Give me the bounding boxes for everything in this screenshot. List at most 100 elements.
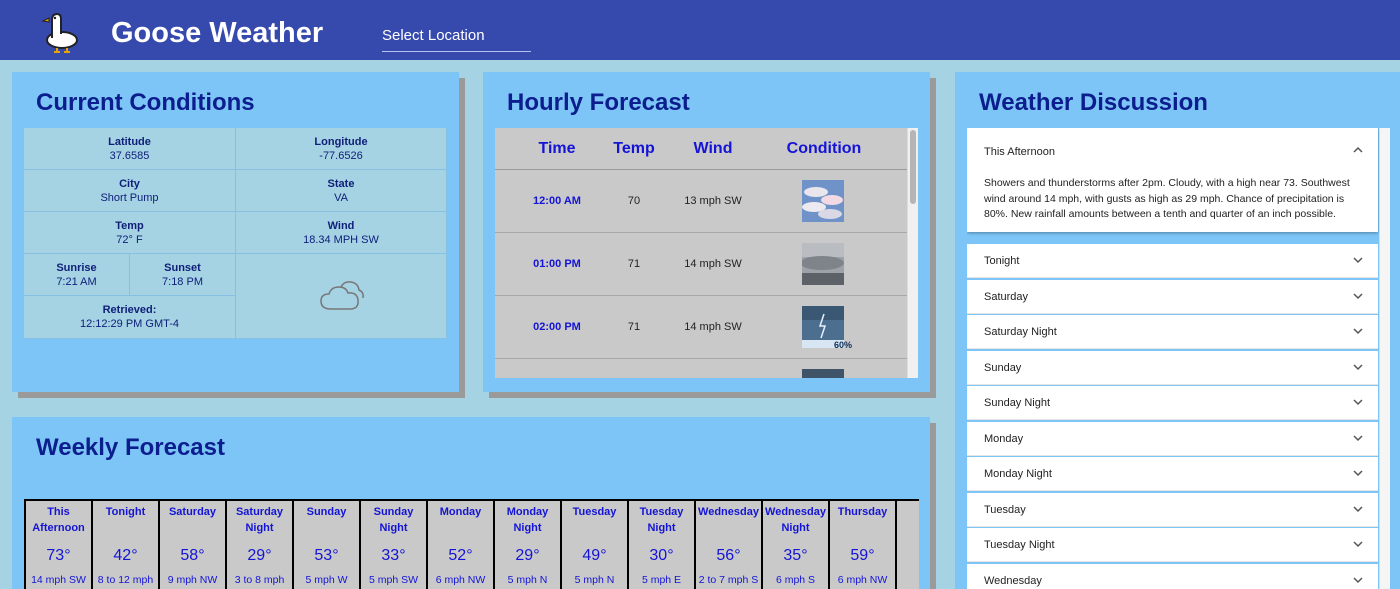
- city-label: City: [119, 178, 140, 190]
- discussion-scrollbar[interactable]: [1379, 128, 1390, 589]
- hourly-forecast-card: Hourly Forecast Time Temp Wind Condition…: [483, 72, 930, 392]
- current-conditions-card: Current Conditions Latitude 37.6585 Long…: [12, 72, 459, 392]
- hourly-row: 02:00 PM 71 14 mph SW 60%: [495, 296, 907, 359]
- chevron-down-icon[interactable]: [1352, 292, 1364, 300]
- current-conditions-title: Current Conditions: [36, 89, 255, 116]
- city-cell: City Short Pump: [24, 170, 236, 212]
- day-name: Wednesday: [698, 506, 759, 518]
- chevron-down-icon[interactable]: [1352, 576, 1364, 584]
- day-wind: 3 to 8 mph: [234, 574, 285, 586]
- expanded-panel[interactable]: This Afternoon Showers and thunderstorms…: [967, 128, 1378, 232]
- hourly-row: 01:00 PM 71 14 mph SW: [495, 233, 907, 296]
- location-select[interactable]: Select Location: [382, 26, 531, 52]
- sunrise-value: 7:21 AM: [56, 276, 97, 288]
- wind-label: Wind: [327, 220, 355, 232]
- latitude-label: Latitude: [108, 136, 151, 148]
- day-column: Sunday Night 33° 5 mph SW: [361, 501, 426, 589]
- conditions-grid: Latitude 37.6585 Longitude -77.6526 City…: [24, 128, 447, 339]
- day-temp: 33°: [381, 547, 406, 564]
- day-wind: 5 mph W: [305, 574, 348, 586]
- longitude-value: -77.6526: [319, 150, 363, 162]
- weekly-forecast-title: Weekly Forecast: [36, 434, 225, 461]
- sunset-value: 7:18 PM: [162, 276, 203, 288]
- day-column: Tonight 42° 8 to 12 mph: [93, 501, 158, 589]
- chevron-down-icon[interactable]: [1352, 327, 1364, 335]
- chevron-down-icon[interactable]: [1352, 505, 1364, 513]
- day-temp: 29°: [515, 547, 540, 564]
- accordion-item-tuesday-night[interactable]: Tuesday Night: [967, 528, 1378, 562]
- temp-cell: Temp 72° F: [24, 212, 236, 254]
- chevron-down-icon[interactable]: [1352, 398, 1364, 406]
- chevron-down-icon[interactable]: [1352, 434, 1364, 442]
- chevron-down-icon[interactable]: [1352, 256, 1364, 264]
- condition-image: [802, 369, 844, 378]
- partly-cloudy-image: [802, 180, 844, 222]
- accordion-label: Tuesday: [984, 504, 1026, 516]
- accordion-item-monday-night[interactable]: Monday Night: [967, 457, 1378, 491]
- latitude-cell: Latitude 37.6585: [24, 128, 236, 170]
- sunset-cell: Sunset 7:18 PM: [130, 254, 236, 296]
- day-name: Saturday Night: [235, 506, 284, 534]
- hourly-scrollbar[interactable]: [907, 128, 918, 378]
- weather-discussion-card: Weather Discussion This Afternoon Shower…: [955, 72, 1400, 589]
- accordion-item-monday[interactable]: Monday: [967, 422, 1378, 456]
- weekly-forecast-table: This Afternoon 73° 14 mph SW Tonight 42° 8 t…: [24, 499, 919, 589]
- weather-discussion-title: Weather Discussion: [979, 89, 1208, 116]
- hourly-row: [495, 359, 907, 378]
- accordion-label: Monday Night: [984, 468, 1052, 480]
- day-name: Tonight: [105, 506, 146, 518]
- hourly-wind: 14 mph SW: [684, 258, 742, 270]
- temp-value: 72° F: [116, 234, 143, 246]
- day-wind: 6 mph NW: [837, 574, 888, 586]
- accordion-item-sunday[interactable]: Sunday: [967, 351, 1378, 385]
- day-wind: 6 mph NW: [435, 574, 486, 586]
- accordion-label: Saturday Night: [984, 326, 1057, 338]
- day-name: Tuesday Night: [639, 506, 684, 534]
- chevron-up-icon[interactable]: [1352, 146, 1364, 154]
- day-wind: 6 mph S: [775, 574, 816, 586]
- accordion-item-tonight[interactable]: Tonight: [967, 244, 1378, 278]
- accordion-label: Sunday: [984, 362, 1022, 374]
- retrieved-label: Retrieved:: [102, 304, 157, 316]
- temp-column-header: Temp: [613, 140, 655, 157]
- day-name: Saturday: [168, 506, 217, 518]
- cloudy-image: [802, 243, 844, 285]
- day-name: Tuesday: [572, 506, 617, 518]
- condition-column-header: Condition: [786, 140, 862, 157]
- day-column: T5: [897, 501, 919, 589]
- day-column: This Afternoon 73° 14 mph SW: [26, 501, 91, 589]
- accordion-label: Sunday Night: [984, 397, 1051, 409]
- day-wind: 9 mph NW: [167, 574, 218, 586]
- chevron-down-icon[interactable]: [1352, 469, 1364, 477]
- day-temp: 53°: [314, 547, 339, 564]
- accordion-item-saturday[interactable]: Saturday: [967, 280, 1378, 314]
- accordion-item-wednesday[interactable]: Wednesday: [967, 564, 1378, 589]
- sunset-label: Sunset: [164, 262, 201, 274]
- wind-column-header: Wind: [693, 140, 733, 157]
- hourly-time: 12:00 AM: [533, 195, 581, 207]
- day-name: Thursday: [837, 506, 888, 518]
- hourly-forecast-title: Hourly Forecast: [507, 89, 690, 116]
- day-temp: 30°: [649, 547, 674, 564]
- hourly-table: Time Temp Wind Condition 12:00 AM 70 13 …: [495, 128, 918, 378]
- accordion-item-sunday-night[interactable]: Sunday Night: [967, 386, 1378, 420]
- day-name: This Afternoon: [32, 506, 85, 534]
- day-column: Tuesday Night 30° 5 mph E: [629, 501, 694, 589]
- day-wind: 14 mph SW: [31, 574, 86, 586]
- accordion-item-tuesday[interactable]: Tuesday: [967, 493, 1378, 527]
- day-temp: 35°: [783, 547, 808, 564]
- state-cell: State VA: [236, 170, 447, 212]
- day-name: Monday Night: [506, 506, 549, 534]
- scrollbar-thumb[interactable]: [910, 130, 916, 204]
- day-temp: 58°: [180, 547, 205, 564]
- chevron-down-icon[interactable]: [1352, 540, 1364, 548]
- accordion-item-saturday-night[interactable]: Saturday Night: [967, 315, 1378, 349]
- longitude-cell: Longitude -77.6526: [236, 128, 447, 170]
- chevron-down-icon[interactable]: [1352, 363, 1364, 371]
- day-temp: 52°: [448, 547, 473, 564]
- day-wind: 5 mph E: [641, 574, 682, 586]
- day-name: Sunday: [306, 506, 347, 518]
- day-temp: 49°: [582, 547, 607, 564]
- hourly-wind: 13 mph SW: [684, 195, 742, 207]
- time-column-header: Time: [538, 140, 576, 157]
